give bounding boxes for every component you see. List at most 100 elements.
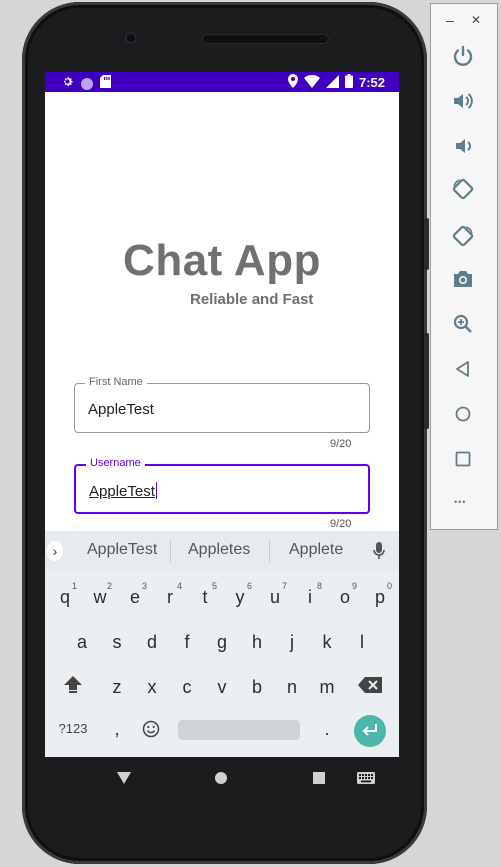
- username-counter: 9/20: [330, 518, 352, 530]
- suggestion-3[interactable]: Applete: [289, 541, 343, 559]
- volume-side-button[interactable]: [424, 333, 429, 429]
- chevron-right-icon[interactable]: ›: [47, 541, 63, 561]
- close-button[interactable]: ✕: [471, 13, 481, 27]
- rotate-left-icon[interactable]: [451, 177, 475, 201]
- key-h[interactable]: h: [245, 632, 269, 653]
- key-y[interactable]: y6: [228, 581, 253, 608]
- app-subtitle: Reliable and Fast: [190, 291, 314, 308]
- clock-time: 7:52: [358, 75, 385, 90]
- key-m[interactable]: m: [315, 677, 339, 698]
- device-screen: 7:52 Chat App Reliable and Fast First Na…: [45, 72, 399, 757]
- key-hint: 1: [71, 581, 77, 591]
- key-v[interactable]: v: [210, 677, 234, 698]
- enter-button[interactable]: [354, 715, 386, 747]
- suggestion-1[interactable]: AppleTest: [87, 541, 157, 559]
- key-hint: 5: [211, 581, 217, 591]
- key-hint: 7: [281, 581, 287, 591]
- key-p[interactable]: p0: [368, 581, 392, 608]
- emoji-icon[interactable]: [142, 720, 160, 743]
- key-hint: 9: [351, 581, 357, 591]
- recents-square-icon[interactable]: [313, 771, 325, 789]
- rotate-right-icon[interactable]: [451, 224, 475, 248]
- navigation-bar: [45, 757, 399, 797]
- sd-card-icon: [100, 75, 111, 93]
- symbols-key[interactable]: ?123: [58, 721, 88, 736]
- key-s[interactable]: s: [105, 632, 129, 653]
- username-field[interactable]: Username AppleTest: [74, 457, 370, 514]
- camera-icon[interactable]: [451, 267, 475, 291]
- home-circle-icon[interactable]: [215, 771, 227, 789]
- key-g[interactable]: g: [210, 632, 234, 653]
- suggestion-2[interactable]: Appletes: [188, 541, 250, 559]
- key-label: o: [339, 587, 350, 607]
- overview-icon[interactable]: [451, 447, 475, 471]
- first-name-counter: 9/20: [330, 438, 352, 450]
- key-label: u: [269, 587, 280, 607]
- username-value: AppleTest: [89, 482, 158, 500]
- first-name-value: AppleTest: [88, 401, 154, 418]
- suggestion-divider: [170, 540, 171, 562]
- key-hint: 4: [176, 581, 182, 591]
- key-label: w: [93, 587, 107, 607]
- suggestion-strip: › AppleTest Appletes Applete: [45, 531, 399, 571]
- key-q[interactable]: q1: [53, 581, 77, 608]
- settings-gear-icon: [61, 75, 74, 93]
- key-label: y: [235, 587, 245, 607]
- microphone-icon[interactable]: [373, 542, 385, 565]
- zoom-icon[interactable]: [451, 312, 475, 336]
- keyboard-switch-icon[interactable]: [357, 771, 375, 789]
- key-hint: 8: [316, 581, 322, 591]
- volume-down-icon[interactable]: [451, 134, 475, 158]
- period-key[interactable]: .: [315, 719, 339, 740]
- key-hint: 6: [246, 581, 252, 591]
- key-a[interactable]: a: [70, 632, 94, 653]
- username-label: Username: [86, 457, 145, 469]
- first-name-field[interactable]: First Name AppleTest: [74, 376, 370, 433]
- key-hint: 0: [386, 581, 392, 591]
- power-side-button[interactable]: [424, 218, 429, 270]
- key-x[interactable]: x: [140, 677, 164, 698]
- backspace-icon[interactable]: [358, 677, 382, 698]
- key-hint: 2: [106, 581, 112, 591]
- key-i[interactable]: i8: [298, 581, 322, 608]
- key-l[interactable]: l: [350, 632, 374, 653]
- key-b[interactable]: b: [245, 677, 269, 698]
- text-caret: [155, 482, 158, 499]
- key-z[interactable]: z: [105, 677, 129, 698]
- power-icon[interactable]: [451, 44, 475, 68]
- back-triangle-icon[interactable]: [117, 771, 131, 789]
- key-r[interactable]: r4: [158, 581, 182, 608]
- key-u[interactable]: u7: [263, 581, 287, 608]
- key-label: t: [202, 587, 208, 607]
- key-o[interactable]: o9: [333, 581, 357, 608]
- location-icon: [287, 74, 298, 91]
- key-label: e: [129, 587, 140, 607]
- key-label: r: [167, 587, 173, 607]
- key-t[interactable]: t5: [193, 581, 217, 608]
- key-d[interactable]: d: [140, 632, 164, 653]
- comma-key[interactable]: ,: [105, 719, 129, 740]
- key-e[interactable]: e3: [123, 581, 147, 608]
- minimize-button[interactable]: –: [446, 12, 454, 28]
- first-name-label: First Name: [85, 376, 147, 388]
- key-label: p: [374, 587, 385, 607]
- key-c[interactable]: c: [175, 677, 199, 698]
- earpiece-speaker: [202, 34, 329, 44]
- key-f[interactable]: f: [175, 632, 199, 653]
- front-camera: [125, 32, 137, 44]
- shift-icon[interactable]: [63, 674, 83, 699]
- home-icon[interactable]: [451, 402, 475, 426]
- key-n[interactable]: n: [280, 677, 304, 698]
- key-j[interactable]: j: [280, 632, 304, 653]
- key-w[interactable]: w2: [88, 581, 113, 608]
- app-title: Chat App: [123, 236, 321, 285]
- suggestion-divider: [269, 540, 270, 562]
- back-icon[interactable]: [451, 357, 475, 381]
- key-k[interactable]: k: [315, 632, 339, 653]
- username-text: AppleTest: [89, 483, 155, 500]
- more-icon[interactable]: •••: [454, 497, 466, 507]
- key-label: q: [59, 587, 70, 607]
- volume-up-icon[interactable]: [451, 89, 475, 113]
- key-hint: 3: [141, 581, 147, 591]
- space-bar[interactable]: [178, 720, 300, 740]
